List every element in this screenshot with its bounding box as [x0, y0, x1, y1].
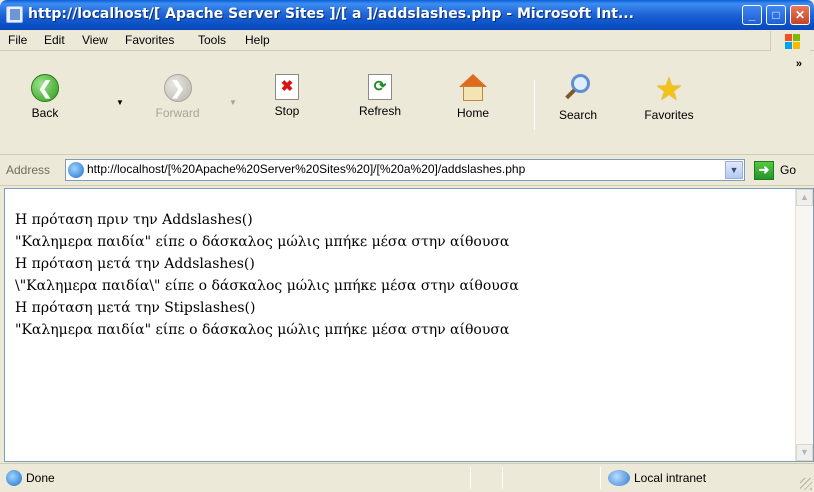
local-intranet-icon: [608, 470, 630, 486]
menu-edit[interactable]: Edit: [44, 33, 65, 47]
ie-page-icon: [68, 162, 84, 178]
refresh-label: Refresh: [358, 104, 402, 118]
stop-icon: ✖: [275, 74, 299, 100]
content-line: \"Καλημερα παιδία\" είπε ο δάσκαλος μώλι…: [15, 278, 519, 294]
title-bar[interactable]: http://localhost/[ Apache Server Sites ]…: [0, 0, 814, 30]
refresh-button[interactable]: ⟳ Refresh: [348, 74, 412, 118]
content-line: "Καλημερα παιδία" είπε ο δάσκαλος μώλις …: [15, 234, 510, 250]
security-zone: Local intranet: [634, 471, 707, 485]
toolbar: ❮ Back ▼ ❯ Forward ▼ ✖ Stop ⟳ Refresh Ho…: [0, 52, 814, 155]
menu-view[interactable]: View: [82, 33, 108, 47]
menu-help[interactable]: Help: [245, 33, 270, 47]
favorites-button[interactable]: ★ Favorites: [634, 71, 704, 122]
home-button[interactable]: Home: [448, 74, 498, 120]
stop-label: Stop: [274, 104, 300, 118]
address-bar: Address http://localhost/[%20Apache%20Se…: [0, 155, 814, 186]
address-dropdown-icon[interactable]: ▼: [725, 161, 743, 179]
address-url[interactable]: http://localhost/[%20Apache%20Server%20S…: [87, 162, 717, 176]
stop-button[interactable]: ✖ Stop: [262, 74, 312, 118]
vertical-scrollbar[interactable]: ▲ ▼: [795, 189, 813, 461]
forward-button[interactable]: ❯ Forward: [145, 74, 210, 120]
search-icon: [563, 74, 593, 104]
back-dropdown-icon[interactable]: ▼: [116, 98, 124, 107]
menu-tools[interactable]: Tools: [198, 33, 226, 47]
forward-label: Forward: [155, 106, 200, 120]
content-line: Η πρόταση πριν την Addslashes(): [15, 212, 253, 228]
search-button[interactable]: Search: [548, 74, 608, 122]
menu-file[interactable]: File: [8, 33, 27, 47]
address-input[interactable]: http://localhost/[%20Apache%20Server%20S…: [65, 159, 745, 181]
page-text: Η πρόταση πριν την Addslashes() "Καλημερ…: [15, 209, 519, 341]
maximize-button[interactable]: □: [766, 5, 786, 25]
forward-dropdown-icon[interactable]: ▼: [229, 98, 237, 107]
go-label: Go: [780, 163, 797, 177]
resize-grip-icon[interactable]: [800, 478, 812, 490]
close-button[interactable]: ✕: [790, 5, 810, 25]
menu-favorites[interactable]: Favorites: [125, 33, 174, 47]
toolbar-separator: [534, 80, 535, 130]
browser-window: http://localhost/[ Apache Server Sites ]…: [0, 0, 814, 492]
menu-bar: File Edit View Favorites Tools Help: [0, 30, 814, 51]
search-label: Search: [558, 108, 598, 122]
ie-page-icon: [6, 6, 23, 23]
content-line: "Καλημερα παιδία" είπε ο δάσκαλος μώλις …: [15, 322, 510, 338]
ie-page-icon: [6, 470, 22, 486]
forward-arrow-icon: ❯: [163, 74, 192, 102]
window-title: http://localhost/[ Apache Server Sites ]…: [28, 6, 634, 22]
toolbar-more-chevron[interactable]: »: [796, 58, 802, 70]
status-bar: Done Local intranet: [0, 463, 814, 492]
content-line: Η πρόταση μετά την Addslashes(): [15, 256, 255, 272]
scroll-down-icon[interactable]: ▼: [796, 444, 813, 461]
back-button[interactable]: ❮ Back: [20, 74, 70, 120]
go-arrow-icon: ➜: [754, 161, 774, 180]
status-separator: [502, 467, 503, 489]
content-line: Η πρόταση μετά την Stipslashes(): [15, 300, 256, 316]
scroll-up-icon[interactable]: ▲: [796, 189, 813, 206]
status-text: Done: [26, 471, 55, 485]
go-button[interactable]: ➜ Go: [752, 160, 808, 182]
home-icon: [458, 74, 488, 102]
minimize-button[interactable]: _: [742, 5, 762, 25]
page-content: Η πρόταση πριν την Addslashes() "Καλημερ…: [4, 188, 814, 462]
back-label: Back: [31, 106, 59, 120]
favorites-star-icon: ★: [654, 71, 684, 107]
status-separator: [470, 467, 471, 489]
home-label: Home: [456, 106, 489, 120]
status-separator: [600, 467, 601, 489]
address-label: Address: [6, 163, 51, 177]
refresh-icon: ⟳: [368, 74, 392, 100]
back-arrow-icon: ❮: [31, 74, 59, 102]
windows-logo-icon: [770, 31, 810, 51]
favorites-label: Favorites: [644, 108, 694, 122]
